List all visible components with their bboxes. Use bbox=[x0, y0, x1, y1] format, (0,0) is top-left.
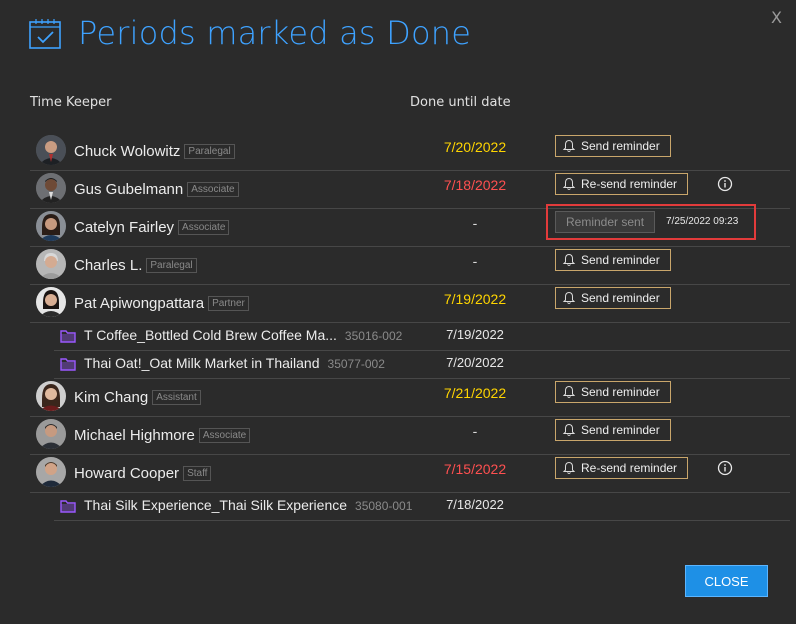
table-row: Howard Cooper Staff 7/15/2022 Re-send rem… bbox=[30, 454, 790, 493]
bell-icon bbox=[562, 291, 576, 304]
role-badge: Associate bbox=[178, 220, 230, 235]
role-badge: Paralegal bbox=[146, 258, 197, 273]
role-badge: Partner bbox=[208, 296, 249, 311]
project-name: T Coffee_Bottled Cold Brew Coffee Ma... 3… bbox=[84, 327, 403, 343]
done-until-date: - bbox=[472, 423, 478, 439]
project-row: Thai Silk Experience_Thai Silk Experienc… bbox=[54, 492, 790, 521]
resend-reminder-button[interactable]: Re-send reminder bbox=[555, 457, 689, 479]
avatar bbox=[36, 135, 66, 165]
project-done-date: 7/18/2022 bbox=[446, 497, 504, 512]
project-code: 35077-002 bbox=[327, 357, 385, 371]
column-header-timekeeper: Time Keeper bbox=[30, 95, 112, 110]
close-x-button[interactable]: X bbox=[771, 8, 782, 27]
project-name: Thai Silk Experience_Thai Silk Experienc… bbox=[84, 497, 413, 513]
project-code: 35016-002 bbox=[344, 329, 403, 343]
avatar bbox=[36, 173, 66, 203]
role-badge: Paralegal bbox=[184, 144, 235, 159]
highlight-box bbox=[546, 204, 756, 240]
timekeeper-name: Gus Gubelmann Associate bbox=[74, 181, 239, 198]
avatar bbox=[36, 457, 66, 487]
table-row: Chuck Wolowitz Paralegal 7/20/2022 Send r… bbox=[30, 132, 790, 171]
role-badge: Associate bbox=[187, 182, 239, 197]
send-reminder-button[interactable]: Send reminder bbox=[555, 419, 671, 441]
done-until-date: 7/18/2022 bbox=[443, 177, 507, 193]
bell-icon bbox=[562, 385, 576, 398]
timekeeper-name: Charles L. Paralegal bbox=[74, 257, 197, 274]
timekeeper-name: Pat Apiwongpattara Partner bbox=[74, 295, 249, 312]
send-reminder-button[interactable]: Send reminder bbox=[555, 381, 671, 403]
project-row: T Coffee_Bottled Cold Brew Coffee Ma... 3… bbox=[54, 322, 790, 351]
timekeeper-name: Kim Chang Assistant bbox=[74, 389, 201, 406]
close-button[interactable]: CLOSE bbox=[685, 565, 768, 597]
table-row: Michael Highmore Associate - Send reminde… bbox=[30, 416, 790, 455]
bell-icon bbox=[562, 253, 576, 266]
table-row: Pat Apiwongpattara Partner 7/19/2022 Send… bbox=[30, 284, 790, 323]
avatar bbox=[36, 287, 66, 317]
timekeeper-name: Chuck Wolowitz Paralegal bbox=[74, 143, 235, 160]
avatar bbox=[36, 381, 66, 411]
project-row: Thai Oat!_Oat Milk Market in Thailand 350… bbox=[54, 350, 790, 379]
send-reminder-button[interactable]: Send reminder bbox=[555, 287, 671, 309]
project-done-date: 7/20/2022 bbox=[446, 355, 504, 370]
done-until-date: 7/21/2022 bbox=[443, 385, 507, 401]
project-done-date: 7/19/2022 bbox=[446, 327, 504, 342]
folder-icon bbox=[60, 358, 76, 371]
avatar bbox=[36, 249, 66, 279]
info-icon[interactable] bbox=[717, 176, 733, 192]
done-until-date: 7/15/2022 bbox=[443, 461, 507, 477]
info-icon[interactable] bbox=[717, 460, 733, 476]
folder-icon bbox=[60, 500, 76, 513]
table-row: Charles L. Paralegal - Send reminder bbox=[30, 246, 790, 285]
send-reminder-button[interactable]: Send reminder bbox=[555, 249, 671, 271]
table-row: Kim Chang Assistant 7/21/2022 Send remind… bbox=[30, 378, 790, 417]
done-until-date: 7/20/2022 bbox=[443, 139, 507, 155]
bell-icon bbox=[562, 461, 576, 474]
avatar bbox=[36, 211, 66, 241]
done-until-date: - bbox=[472, 253, 478, 269]
dialog-title: Periods marked as Done bbox=[78, 14, 472, 52]
timekeeper-name: Michael Highmore Associate bbox=[74, 427, 251, 444]
done-until-date: 7/19/2022 bbox=[443, 291, 507, 307]
calendar-check-icon bbox=[29, 19, 61, 49]
resend-reminder-button[interactable]: Re-send reminder bbox=[555, 173, 689, 195]
table-row: Catelyn Fairley Associate - Reminder sent… bbox=[30, 204, 790, 247]
project-name: Thai Oat!_Oat Milk Market in Thailand 350… bbox=[84, 355, 385, 371]
role-badge: Associate bbox=[198, 428, 251, 443]
role-badge: Staff bbox=[183, 466, 212, 481]
column-header-done-until: Done until date bbox=[410, 95, 511, 110]
project-code: 35080-001 bbox=[355, 499, 413, 513]
bell-icon bbox=[562, 177, 576, 190]
folder-icon bbox=[60, 330, 76, 343]
timekeeper-name: Howard Cooper Staff bbox=[74, 465, 212, 482]
timekeeper-name: Catelyn Fairley Associate bbox=[74, 219, 230, 236]
bell-icon bbox=[562, 139, 576, 152]
role-badge: Assistant bbox=[152, 390, 201, 405]
send-reminder-button[interactable]: Send reminder bbox=[555, 135, 671, 157]
avatar bbox=[36, 419, 66, 449]
bell-icon bbox=[562, 423, 576, 436]
done-until-date: - bbox=[472, 215, 478, 231]
periods-done-dialog: X Periods marked as Done Time Keeper Don… bbox=[0, 0, 796, 624]
